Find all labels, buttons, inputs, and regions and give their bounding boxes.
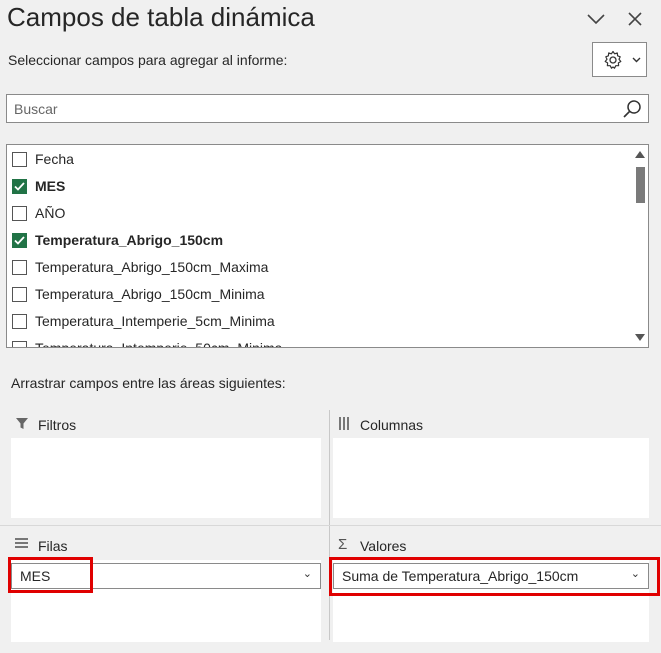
close-icon[interactable] bbox=[627, 11, 643, 27]
highlight-box bbox=[8, 557, 93, 593]
filters-drop-area[interactable] bbox=[11, 438, 321, 518]
chevron-down-icon[interactable]: ⌄ bbox=[303, 567, 312, 580]
areas-hint: Arrastrar campos entre las áreas siguien… bbox=[11, 375, 286, 391]
field-item-temperatura-abrigo-150cm-minima[interactable]: Temperatura_Abrigo_150cm_Minima bbox=[12, 283, 265, 305]
checkbox[interactable] bbox=[12, 151, 27, 167]
field-label: AÑO bbox=[35, 205, 66, 221]
checkbox[interactable] bbox=[12, 259, 27, 275]
scroll-down-arrow-icon[interactable] bbox=[635, 334, 645, 341]
highlight-box bbox=[329, 557, 660, 596]
columns-icon bbox=[339, 417, 349, 430]
field-item-temperatura-intemperie-50cm-minima[interactable]: Temperatura_Intemperie_50cm_Minima bbox=[12, 337, 283, 348]
checkbox[interactable] bbox=[12, 340, 27, 347]
field-label: Temperatura_Intemperie_5cm_Minima bbox=[35, 313, 275, 329]
checkbox[interactable] bbox=[12, 286, 27, 302]
search-icon[interactable] bbox=[622, 99, 642, 119]
fields-subtitle: Seleccionar campos para agregar al infor… bbox=[8, 52, 288, 68]
sigma-icon: Σ bbox=[338, 536, 348, 553]
checkbox[interactable] bbox=[12, 232, 27, 248]
columns-drop-area[interactable] bbox=[333, 438, 649, 518]
tools-button[interactable] bbox=[592, 42, 647, 77]
pane-title: Campos de tabla dinámica bbox=[7, 2, 315, 32]
search-field[interactable] bbox=[6, 94, 649, 123]
field-label: Fecha bbox=[35, 151, 74, 167]
checkbox[interactable] bbox=[12, 178, 27, 194]
field-list-scrollbar[interactable] bbox=[632, 145, 648, 347]
checkbox[interactable] bbox=[12, 205, 27, 221]
values-label: Valores bbox=[360, 538, 407, 554]
field-list[interactable]: Fecha MES AÑO Temperatura_Abrigo_150cm T… bbox=[6, 144, 649, 348]
checkbox[interactable] bbox=[12, 313, 27, 329]
check-icon bbox=[14, 235, 25, 245]
field-label: Temperatura_Abrigo_150cm bbox=[35, 232, 224, 248]
rows-label: Filas bbox=[38, 538, 68, 554]
field-label: Temperatura_Abrigo_150cm_Maxima bbox=[35, 259, 269, 275]
field-label: Temperatura_Abrigo_150cm_Minima bbox=[35, 286, 265, 302]
area-divider-horizontal bbox=[0, 525, 661, 526]
check-icon bbox=[14, 181, 25, 191]
rows-icon bbox=[15, 538, 28, 548]
field-item-mes[interactable]: MES bbox=[12, 175, 65, 197]
gear-icon bbox=[604, 50, 622, 69]
scroll-thumb[interactable] bbox=[636, 167, 645, 203]
search-input[interactable] bbox=[14, 99, 614, 119]
columns-label: Columnas bbox=[360, 417, 424, 433]
field-item-temperatura-abrigo-150cm-maxima[interactable]: Temperatura_Abrigo_150cm_Maxima bbox=[12, 256, 268, 278]
field-item-temperatura-abrigo-150cm[interactable]: Temperatura_Abrigo_150cm bbox=[12, 229, 223, 251]
field-label: Temperatura_Intemperie_50cm_Minima bbox=[35, 340, 283, 348]
chevron-down-icon[interactable] bbox=[586, 12, 606, 26]
chevron-down-icon bbox=[632, 57, 641, 63]
filter-icon bbox=[16, 418, 28, 429]
filters-label: Filtros bbox=[38, 417, 77, 433]
field-item-fecha[interactable]: Fecha bbox=[12, 148, 74, 170]
field-label: MES bbox=[35, 178, 66, 194]
scroll-up-arrow-icon[interactable] bbox=[635, 151, 645, 158]
field-item-ano[interactable]: AÑO bbox=[12, 202, 65, 224]
field-item-temperatura-intemperie-5cm-minima[interactable]: Temperatura_Intemperie_5cm_Minima bbox=[12, 310, 275, 332]
